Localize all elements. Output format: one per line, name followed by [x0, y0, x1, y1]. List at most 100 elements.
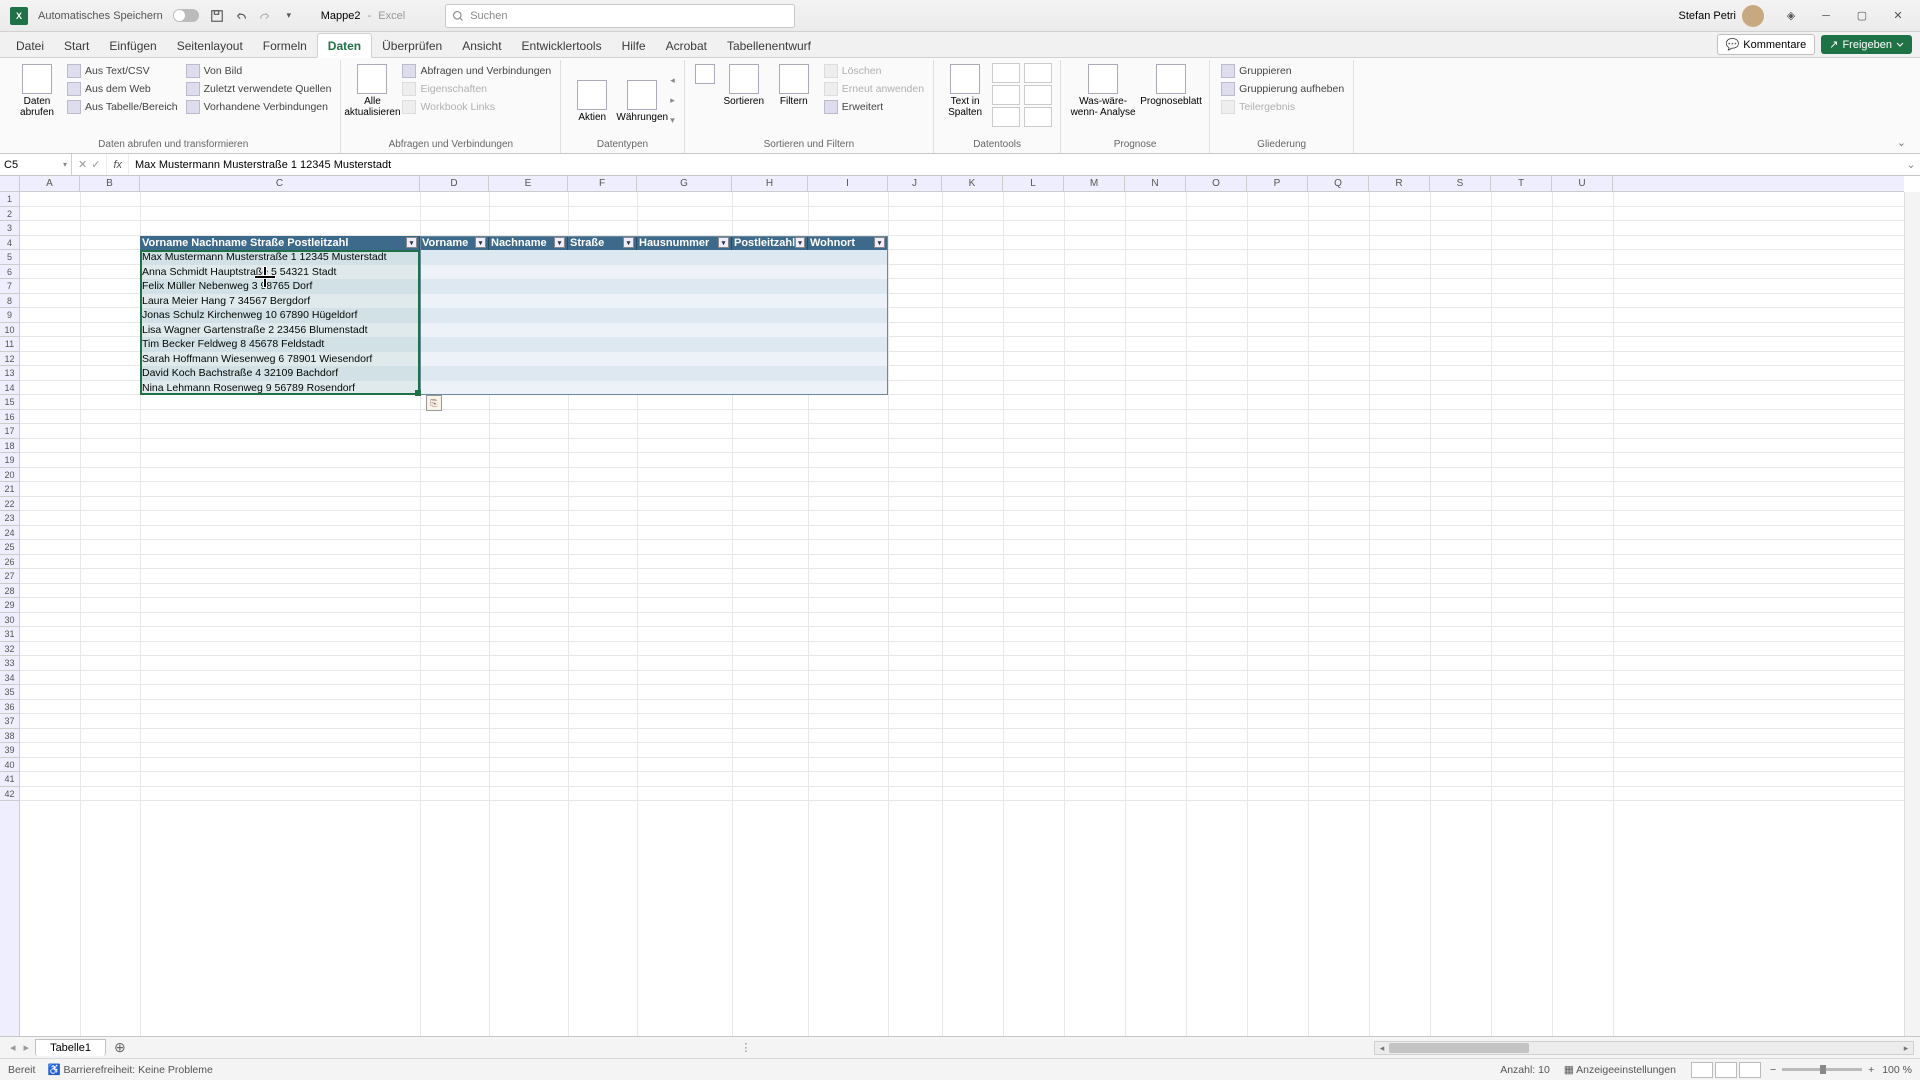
tab-start[interactable]: Start	[54, 34, 99, 57]
col-header-J[interactable]: J	[888, 176, 942, 191]
get-data-button[interactable]: Daten abrufen	[12, 62, 62, 118]
table-cell[interactable]	[732, 366, 808, 381]
row-header[interactable]: 32	[0, 642, 19, 657]
col-header-L[interactable]: L	[1003, 176, 1064, 191]
table-cell[interactable]	[568, 323, 637, 338]
view-layout-button[interactable]	[1715, 1062, 1737, 1078]
table-cell[interactable]	[808, 323, 888, 338]
table-cell[interactable]	[808, 352, 888, 367]
diamond-icon[interactable]: ◈	[1780, 5, 1802, 27]
filter-icon[interactable]: ▾	[795, 237, 805, 248]
remove-duplicates-button[interactable]	[992, 85, 1020, 105]
table-cell[interactable]	[637, 294, 732, 309]
tab-seitenlayout[interactable]: Seitenlayout	[167, 34, 253, 57]
column-headers[interactable]: ABCDEFGHIJKLMNOPQRSTU	[20, 176, 1904, 192]
row-header[interactable]: 14	[0, 381, 19, 396]
user-account[interactable]: Stefan Petri	[1679, 5, 1764, 27]
table-cell[interactable]	[637, 323, 732, 338]
data-model-button[interactable]	[1024, 107, 1052, 127]
row-header[interactable]: 1	[0, 192, 19, 207]
table-cell[interactable]: Lisa Wagner Gartenstraße 2 23456 Blumens…	[140, 323, 420, 338]
col-header-P[interactable]: P	[1247, 176, 1308, 191]
table-cell[interactable]	[637, 308, 732, 323]
table-cell[interactable]	[420, 294, 489, 309]
row-header[interactable]: 24	[0, 526, 19, 541]
formula-input[interactable]: Max Mustermann Musterstraße 1 12345 Must…	[129, 154, 1902, 175]
table-cell[interactable]	[637, 250, 732, 265]
filter-icon[interactable]: ▾	[623, 237, 634, 248]
row-header[interactable]: 18	[0, 439, 19, 454]
table-cell[interactable]	[732, 308, 808, 323]
filter-icon[interactable]: ▾	[406, 237, 417, 248]
row-header[interactable]: 17	[0, 424, 19, 439]
tab-überprüfen[interactable]: Überprüfen	[372, 34, 452, 57]
maximize-button[interactable]: ▢	[1844, 2, 1880, 30]
datatype-button[interactable]: Aktien	[567, 78, 617, 123]
col-header-D[interactable]: D	[420, 176, 489, 191]
table-cell[interactable]: Felix Müller Nebenweg 3 98765 Dorf	[140, 279, 420, 294]
filter-icon[interactable]: ▾	[475, 237, 486, 248]
col-header-T[interactable]: T	[1491, 176, 1552, 191]
table-header[interactable]: Postleitzahl▾	[732, 236, 808, 251]
autosave-toggle[interactable]	[173, 9, 199, 22]
spreadsheet-grid[interactable]: ABCDEFGHIJKLMNOPQRSTU 123456789101112131…	[0, 176, 1920, 1036]
table-cell[interactable]	[808, 337, 888, 352]
col-header-R[interactable]: R	[1369, 176, 1430, 191]
row-header[interactable]: 25	[0, 540, 19, 555]
table-cell[interactable]	[489, 352, 568, 367]
table-cell[interactable]	[489, 366, 568, 381]
table-cell[interactable]	[808, 366, 888, 381]
table-cell[interactable]: Max Mustermann Musterstraße 1 12345 Must…	[140, 250, 420, 265]
vertical-scrollbar[interactable]	[1904, 192, 1920, 1036]
row-header[interactable]: 26	[0, 555, 19, 570]
text-to-columns-button[interactable]: Text in Spalten	[940, 62, 990, 118]
filter-icon[interactable]: ▾	[718, 237, 729, 248]
table-cell[interactable]	[568, 265, 637, 280]
filter-icon[interactable]: ▾	[874, 237, 885, 248]
table-cell[interactable]: Laura Meier Hang 7 34567 Bergdorf	[140, 294, 420, 309]
zoom-out-button[interactable]: −	[1770, 1064, 1776, 1076]
table-cell[interactable]	[568, 279, 637, 294]
table-cell[interactable]	[420, 337, 489, 352]
table-cell[interactable]: Jonas Schulz Kirchenweg 10 67890 Hügeldo…	[140, 308, 420, 323]
row-header[interactable]: 37	[0, 714, 19, 729]
filter-button[interactable]: Filtern	[769, 62, 819, 107]
data-validation-button[interactable]	[992, 107, 1020, 127]
display-settings[interactable]: ▦ Anzeigeeinstellungen	[1564, 1064, 1676, 1076]
table-header[interactable]: Hausnummer▾	[637, 236, 732, 251]
table-cell[interactable]	[568, 308, 637, 323]
ribbon-item[interactable]: Aus dem Web	[64, 80, 181, 98]
table-cell[interactable]	[568, 352, 637, 367]
filter-icon[interactable]: ▾	[554, 237, 565, 248]
tab-einfügen[interactable]: Einfügen	[99, 34, 166, 57]
redo-icon[interactable]	[254, 5, 276, 27]
row-header[interactable]: 30	[0, 613, 19, 628]
close-button[interactable]: ✕	[1880, 2, 1916, 30]
row-header[interactable]: 7	[0, 279, 19, 294]
table-header[interactable]: Vorname Nachname Straße Postleitzahl▾	[140, 236, 420, 251]
sort-button[interactable]: Sortieren	[719, 62, 769, 107]
table-cell[interactable]: Sarah Hoffmann Wiesenweg 6 78901 Wiesend…	[140, 352, 420, 367]
table-cell[interactable]: David Koch Bachstraße 4 32109 Bachdorf	[140, 366, 420, 381]
table-cell[interactable]	[568, 337, 637, 352]
zoom-slider[interactable]	[1782, 1068, 1862, 1071]
table-cell[interactable]	[420, 366, 489, 381]
sheet-next-button[interactable]: ▸	[24, 1041, 30, 1054]
qat-dropdown[interactable]: ▾	[278, 5, 300, 27]
ribbon-item[interactable]: Von Bild	[183, 62, 335, 80]
table-header[interactable]: Nachname▾	[489, 236, 568, 251]
zoom-in-button[interactable]: +	[1868, 1064, 1874, 1076]
table-cell[interactable]: Tim Becker Feldweg 8 45678 Feldstadt	[140, 337, 420, 352]
table-cell[interactable]	[808, 279, 888, 294]
expand-formula-bar[interactable]: ⌄	[1902, 154, 1920, 175]
table-cell[interactable]	[637, 265, 732, 280]
tab-formeln[interactable]: Formeln	[253, 34, 317, 57]
col-header-K[interactable]: K	[942, 176, 1003, 191]
row-header[interactable]: 4	[0, 236, 19, 251]
col-header-C[interactable]: C	[140, 176, 420, 191]
col-header-N[interactable]: N	[1125, 176, 1186, 191]
table-cell[interactable]	[489, 279, 568, 294]
ribbon-item[interactable]: Aus Text/CSV	[64, 62, 181, 80]
horizontal-scrollbar[interactable]: ◂▸	[1374, 1041, 1914, 1055]
row-header[interactable]: 6	[0, 265, 19, 280]
